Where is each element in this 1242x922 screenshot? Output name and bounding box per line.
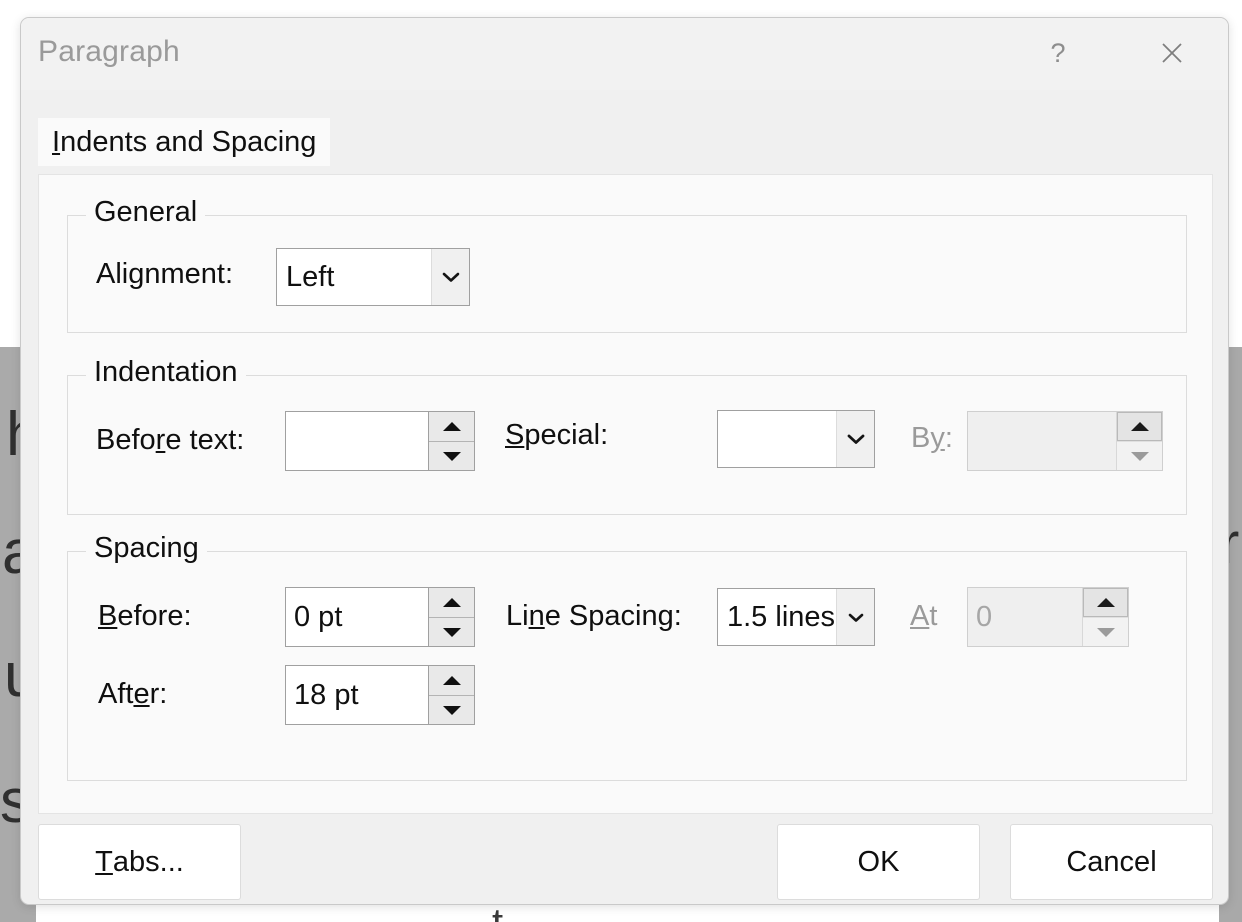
before-text-label-pre: Befo (96, 424, 156, 456)
line-spacing-dropdown[interactable]: 1.5 lines (717, 588, 875, 646)
spacing-before-input[interactable] (286, 588, 428, 646)
group-general: General Alignment: Left (67, 196, 1187, 333)
spacing-before-label-post: efore: (117, 600, 192, 632)
document-text-fragment: t (492, 903, 503, 922)
before-text-spin-buttons (428, 412, 474, 470)
spacing-after-label: After: (98, 678, 167, 711)
group-indentation: Indentation Before text: Special: By: (67, 356, 1187, 515)
spacing-after-spin-buttons (428, 666, 474, 724)
spacing-after-input[interactable] (286, 666, 428, 724)
line-spacing-label-post: e Spacing: (544, 600, 682, 632)
special-label-accel: S (505, 419, 525, 451)
dialog-content-panel: General Alignment: Left Indentation Befo (38, 174, 1213, 814)
line-spacing-label-accel: n (528, 600, 545, 632)
at-spinner (967, 587, 1129, 647)
cancel-button[interactable]: Cancel (1010, 824, 1213, 900)
by-label-post: : (944, 422, 953, 454)
line-spacing-label: Line Spacing: (506, 600, 682, 633)
help-glyph: ? (1050, 37, 1066, 68)
close-icon[interactable] (1149, 30, 1195, 76)
tab-accel-char: I (52, 125, 61, 158)
before-text-label-post: e text: (165, 424, 245, 456)
special-dropdown[interactable] (717, 410, 875, 468)
ok-button[interactable]: OK (777, 824, 980, 900)
at-input (968, 588, 1082, 646)
spacing-after-label-pre: Aft (98, 678, 134, 710)
at-spin-buttons (1082, 588, 1128, 646)
by-spin-buttons (1116, 412, 1162, 470)
before-text-label: Before text: (96, 424, 244, 457)
before-text-input[interactable] (286, 412, 428, 470)
spinner-down-icon[interactable] (429, 617, 474, 646)
chevron-down-icon (431, 249, 469, 305)
by-input (968, 412, 1116, 470)
alignment-dropdown[interactable]: Left (276, 248, 470, 306)
spinner-down-icon (1117, 441, 1162, 470)
spinner-up-icon (1117, 412, 1162, 441)
alignment-value: Left (286, 260, 335, 293)
alignment-label: Alignment: (96, 258, 234, 290)
at-label: At (910, 600, 937, 633)
tab-indents-and-spacing[interactable]: Indents and Spacing (38, 118, 331, 166)
spacing-before-label-accel: B (98, 600, 118, 632)
by-label-accel: y (930, 422, 945, 454)
paragraph-dialog: Paragraph ? Indents and Spacing General (20, 17, 1229, 905)
spacing-before-spin-buttons (428, 588, 474, 646)
before-text-spinner[interactable] (285, 411, 475, 471)
by-label: By: (911, 422, 953, 455)
dialog-title: Paragraph (38, 35, 180, 68)
help-icon[interactable]: ? (1035, 30, 1081, 76)
spacing-after-label-accel: e (133, 678, 150, 710)
by-label-pre: B (911, 422, 931, 454)
tabs-button[interactable]: Tabs... (38, 824, 241, 900)
spinner-down-icon (1083, 617, 1128, 646)
group-spacing-legend: Spacing (86, 532, 207, 565)
at-label-post: t (929, 600, 938, 632)
line-spacing-value: 1.5 lines (727, 600, 836, 633)
special-label-post: pecial: (524, 419, 609, 451)
spacing-after-spinner[interactable] (285, 665, 475, 725)
spinner-down-icon[interactable] (429, 695, 474, 724)
before-text-label-accel: r (155, 424, 166, 456)
tabs-button-label-post: abs... (112, 845, 184, 878)
by-spinner (967, 411, 1163, 471)
dialog-titlebar: Paragraph ? (21, 18, 1228, 90)
line-spacing-label-pre: Li (506, 600, 529, 632)
screen: h a u s r t Paragraph ? Indents and Spac… (0, 0, 1242, 922)
special-value (718, 411, 836, 467)
spacing-before-label: Before: (98, 600, 192, 633)
spinner-up-icon[interactable] (429, 412, 474, 441)
spacing-before-spinner[interactable] (285, 587, 475, 647)
chevron-down-icon (836, 411, 874, 467)
tab-strip: Indents and Spacing (38, 118, 331, 166)
chevron-down-icon (836, 589, 874, 645)
special-label: Special: (505, 419, 608, 452)
spinner-up-icon[interactable] (429, 666, 474, 695)
spinner-up-icon[interactable] (429, 588, 474, 617)
at-label-accel: A (910, 600, 930, 632)
group-general-legend: General (86, 196, 206, 229)
group-indentation-legend: Indentation (86, 356, 246, 389)
spinner-down-icon[interactable] (429, 441, 474, 470)
spacing-after-label-post: r: (149, 678, 168, 710)
group-spacing: Spacing Before: After: (67, 532, 1187, 781)
tab-label-rest: ndents and Spacing (60, 125, 317, 158)
tabs-button-label-accel: T (95, 845, 113, 878)
spinner-up-icon (1083, 588, 1128, 617)
